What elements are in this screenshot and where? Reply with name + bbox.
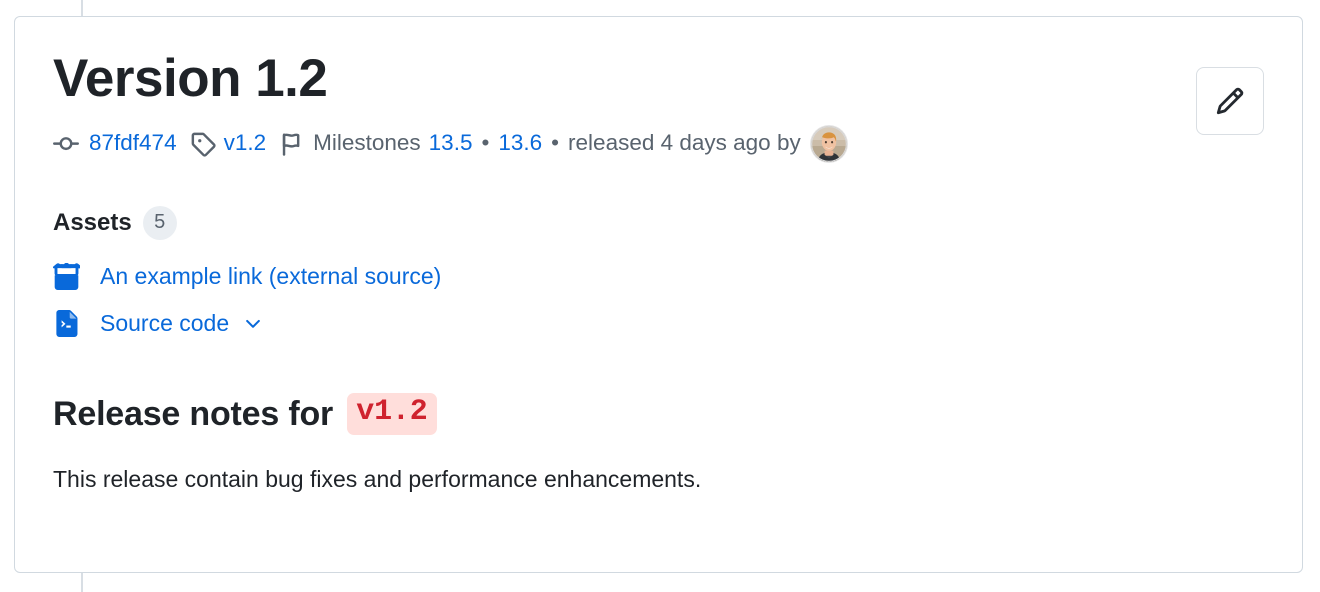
milestone-link-1[interactable]: 13.5 [429, 132, 473, 155]
assets-heading-label: Assets [53, 208, 132, 236]
assets-heading: Assets 5 [53, 205, 1264, 240]
release-notes-heading: Release notes for v1.2 [53, 393, 1264, 436]
release-card: Version 1.2 87fdf474 v1.2 Milestones 13.… [14, 16, 1303, 573]
release-notes-version-code: v1.2 [347, 393, 437, 435]
git-commit-icon [53, 131, 79, 157]
asset-link-source-code[interactable]: Source code [100, 310, 229, 337]
file-code-icon [53, 309, 83, 337]
page-title: Version 1.2 [53, 49, 328, 108]
list-item: Source code [53, 300, 1264, 347]
assets-list: An example link (external source) Source… [53, 253, 1264, 347]
author-avatar[interactable] [810, 125, 847, 162]
milestone-link-2[interactable]: 13.6 [498, 132, 542, 155]
milestone-flag-icon [279, 131, 305, 157]
release-meta: 87fdf474 v1.2 Milestones 13.5 • 13.6 • r… [53, 125, 1264, 162]
tag-name-link[interactable]: v1.2 [224, 132, 267, 155]
meta-separator: • [551, 130, 560, 156]
edit-release-button[interactable] [1196, 67, 1264, 135]
package-icon [53, 262, 83, 290]
chevron-down-icon[interactable] [242, 312, 264, 334]
tag-icon [190, 131, 216, 157]
asset-link-example[interactable]: An example link (external source) [100, 263, 441, 290]
milestones-label: Milestones [313, 130, 421, 156]
milestone-separator: • [481, 130, 490, 156]
assets-count-badge: 5 [142, 205, 177, 240]
release-notes-heading-text: Release notes for [53, 394, 343, 433]
list-item: An example link (external source) [53, 253, 1264, 300]
commit-sha-link[interactable]: 87fdf474 [89, 132, 177, 155]
release-notes-body: This release contain bug fixes and perfo… [53, 466, 702, 493]
pencil-icon [1215, 86, 1245, 116]
released-text: released 4 days ago by [568, 130, 801, 156]
